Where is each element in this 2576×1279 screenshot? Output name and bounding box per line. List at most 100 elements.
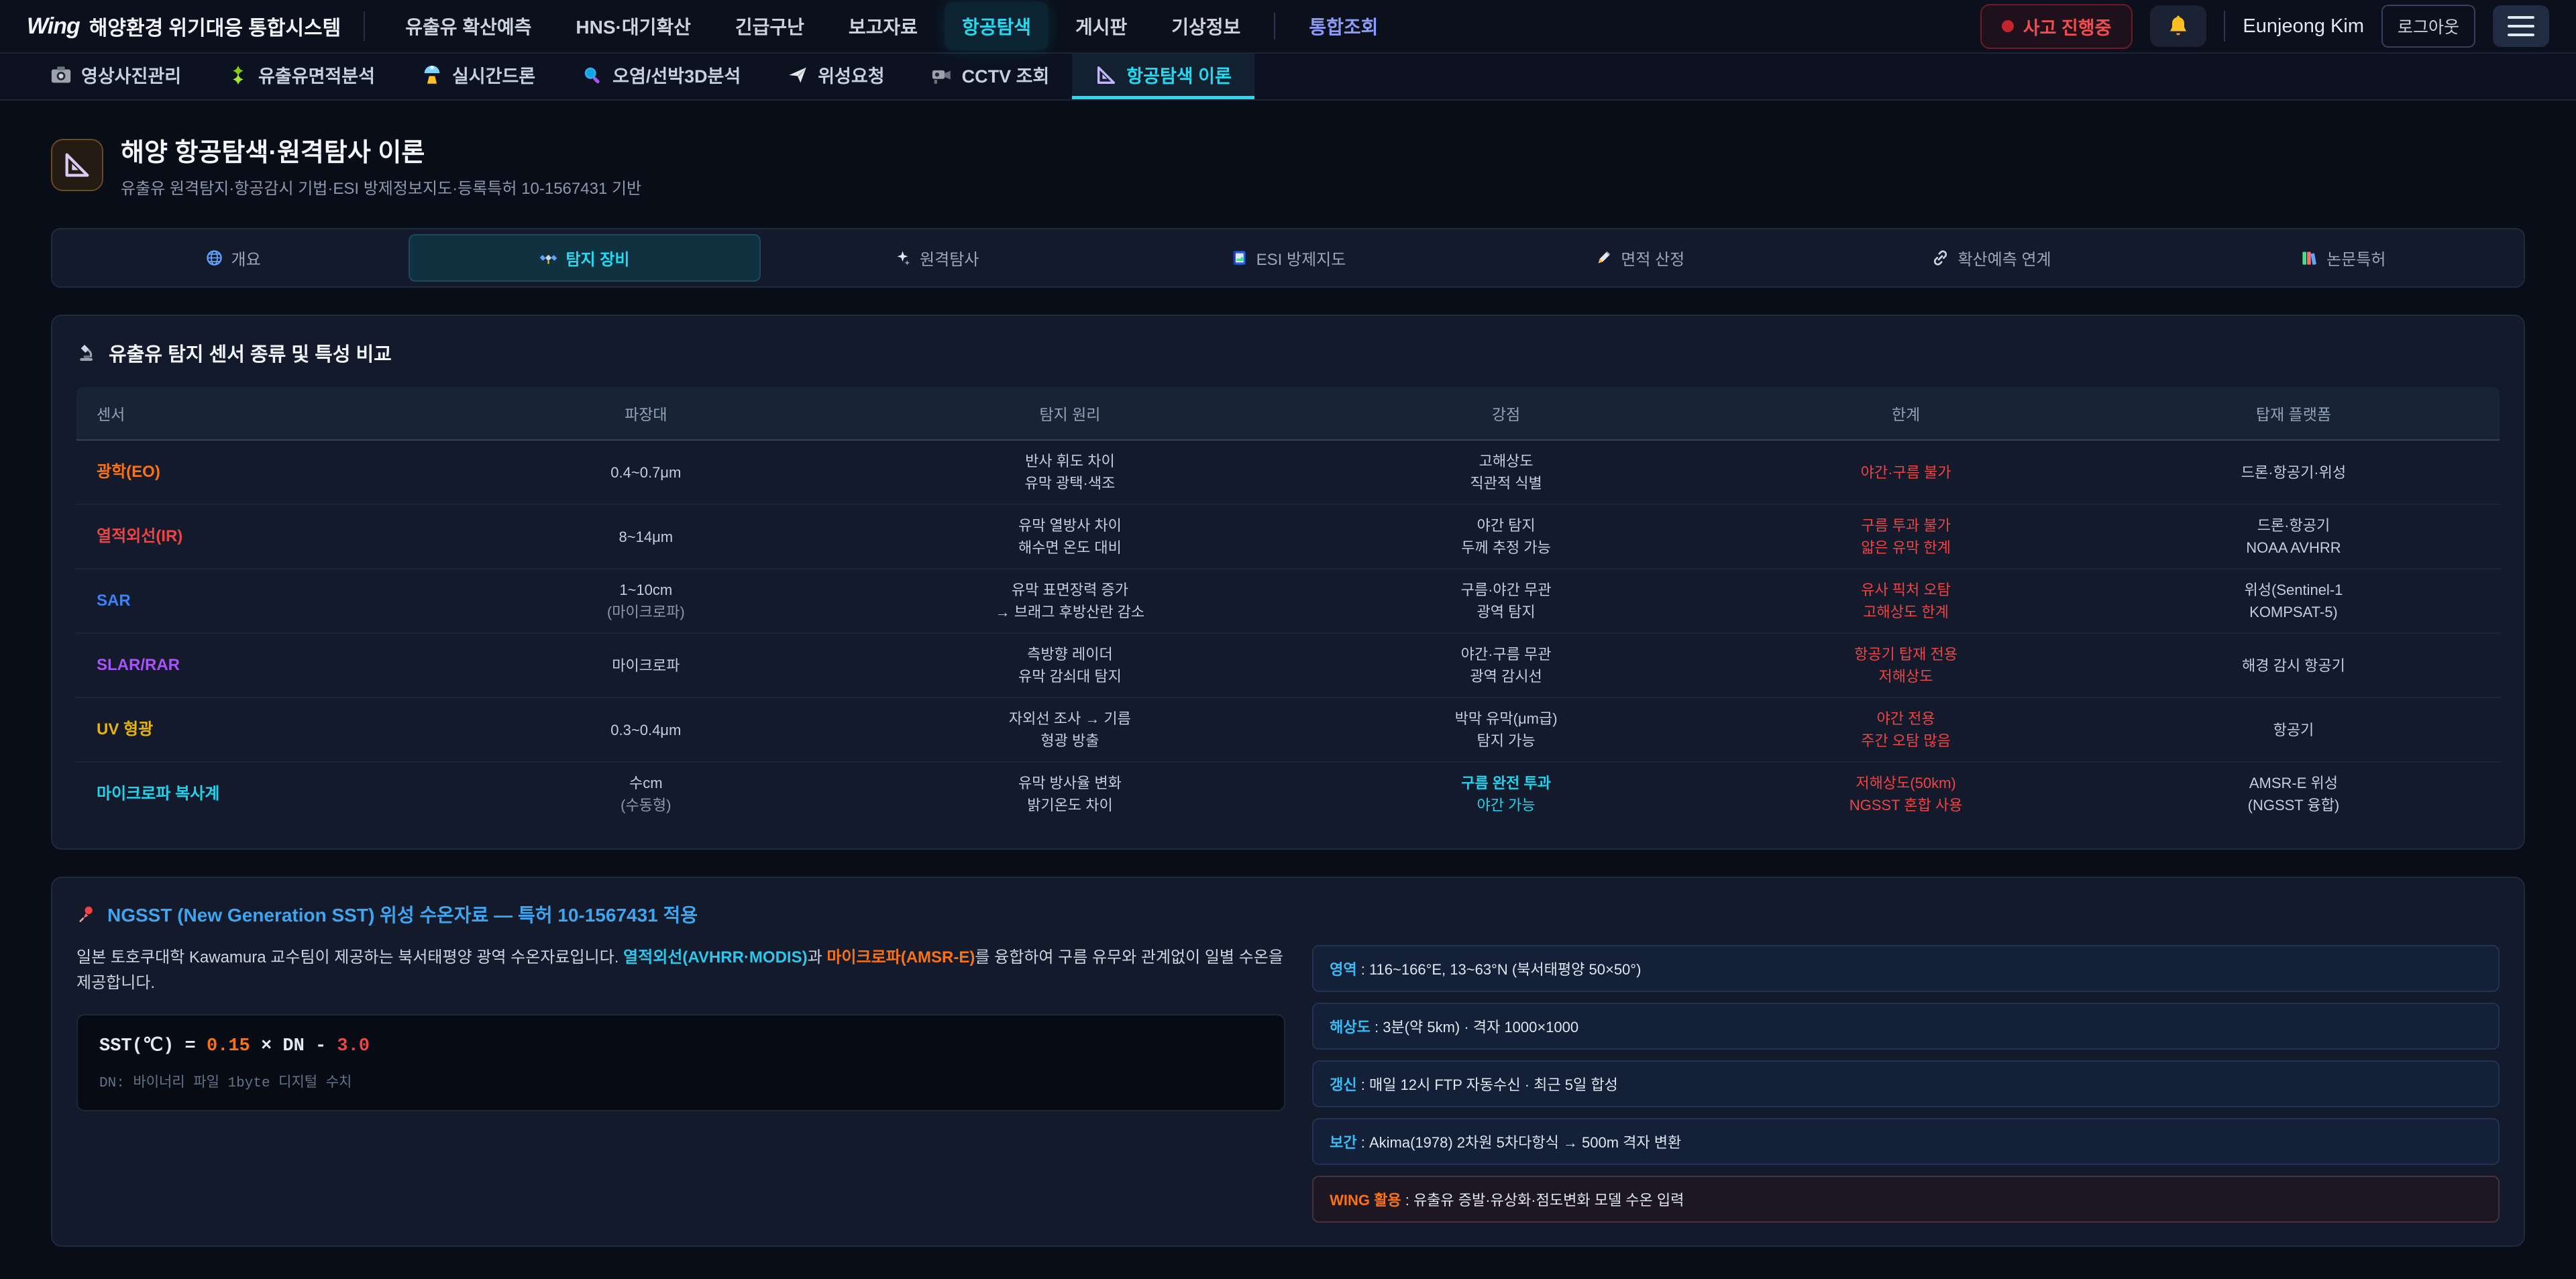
tab-2[interactable]: 탐지 장비 [409, 234, 760, 282]
sparkle-icon [227, 64, 250, 87]
formula-part: SST(℃) = [99, 1036, 207, 1056]
tab-6[interactable]: 확산예측 연계 [1815, 234, 2167, 282]
page-title: 해양 항공탐색·원격탐사 이론 [121, 131, 641, 168]
column-header-6: 탑재 플랫폼 [2088, 387, 2500, 439]
table-row: SAR1~10cm(마이크로파)유막 표면장력 증가→ 브래그 후방산란 감소구… [76, 569, 2500, 634]
tab-7[interactable]: 논문특허 [2167, 234, 2519, 282]
main-menu-item-6[interactable]: 게시판 [1058, 2, 1144, 50]
microscope-icon [76, 342, 98, 364]
magnifier-icon [581, 64, 604, 87]
incident-label: 사고 진행중 [2023, 13, 2112, 40]
sst-formula-note: DN: 바이너리 파일 1byte 디지털 수치 [99, 1071, 1263, 1091]
ngsst-title-row: NGSST (New Generation SST) 위성 수온자료 — 특허 … [76, 901, 2500, 928]
tab-3[interactable]: 원격탐사 [761, 234, 1112, 282]
sub-nav-label: 오염/선박3D분석 [612, 62, 741, 88]
wavelength-cell: 0.4~0.7μm [440, 452, 852, 493]
main-menu-item-2[interactable]: HNS·대기확산 [558, 2, 708, 50]
sparkles-icon [894, 249, 912, 267]
pushpin-icon [76, 904, 97, 924]
spec-label: 보간 [1330, 1134, 1356, 1151]
sensor-name: 열적외선(IR) [76, 515, 440, 558]
principle-cell: 자외선 조사 → 기름형광 방출 [852, 698, 1288, 761]
column-header-2: 파장대 [440, 387, 852, 439]
app-logo: Wing [27, 13, 80, 40]
sub-nav-item-7[interactable]: 항공탐색 이론 [1072, 54, 1254, 99]
main-menu-item-3[interactable]: 긴급구난 [718, 2, 822, 50]
sub-nav-item-3[interactable]: 실시간드론 [398, 54, 558, 99]
limits-cell: 저해상도(50km)NGSST 혼합 사용 [1724, 763, 2088, 826]
spec-value: : 유출유 증발·유상화·점도변화 모델 수온 입력 [1401, 1192, 1684, 1209]
sub-nav-label: CCTV 조회 [962, 62, 1050, 88]
column-header-3: 탐지 원리 [852, 387, 1288, 439]
divider [1274, 13, 1275, 40]
theory-tab-bar: 개요탐지 장비 원격탐사 ESI 방제지도 면적 산정확산예측 연계 논문특허 [51, 228, 2525, 288]
main-menu-item-8[interactable]: 통합조회 [1291, 2, 1395, 50]
ngsst-left-column: 일본 토호쿠대학 Kawamura 교수팀이 제공하는 북서태평양 광역 수온자… [76, 945, 1285, 1223]
strengths-cell: 야간 탐지두께 추정 가능 [1288, 505, 1724, 568]
spec-value: : Akima(1978) 2차원 5차다항식 → 500m 격자 변환 [1357, 1134, 1682, 1151]
ngsst-card: NGSST (New Generation SST) 위성 수온자료 — 특허 … [51, 877, 2525, 1247]
column-header-1: 센서 [76, 387, 440, 439]
main-menu-item-5[interactable]: 항공탐색 [945, 2, 1049, 50]
ngsst-description: 일본 토호쿠대학 Kawamura 교수팀이 제공하는 북서태평양 광역 수온자… [76, 945, 1285, 997]
principle-cell: 반사 휘도 차이유막 광택·색조 [852, 441, 1288, 504]
spec-value: : 매일 12시 FTP 자동수신 · 최근 5일 합성 [1357, 1076, 1618, 1093]
tab-1[interactable]: 개요 [57, 234, 409, 282]
platforms-cell: 드론·항공기·위성 [2088, 452, 2500, 493]
sub-nav-item-2[interactable]: 유출유면적분석 [204, 54, 398, 99]
user-name: Eunjeong Kim [2243, 15, 2364, 38]
formula-part: 3.0 [337, 1036, 370, 1056]
tab-label: 논문특허 [2326, 246, 2385, 270]
table-row: 광학(EO)0.4~0.7μm반사 휘도 차이유막 광택·색조고해상도직관적 식… [76, 441, 2500, 505]
limits-cell: 유사 픽처 오탐고해상도 한계 [1724, 569, 2088, 632]
description-text: 일본 토호쿠대학 Kawamura 교수팀이 제공하는 북서태평양 광역 수온자… [76, 948, 623, 966]
sub-nav: 영상사진관리유출유면적분석실시간드론 오염/선박3D분석 위성요청 CCTV 조회 항공… [0, 54, 2576, 101]
hamburger-menu-button[interactable] [2493, 5, 2549, 47]
page-subtitle: 유출유 원격탐지·항공감시 기법·ESI 방제정보지도·등록특허 10-1567… [121, 175, 641, 199]
sub-nav-item-1[interactable]: 영상사진관리 [27, 54, 204, 99]
platforms-cell: 드론·항공기NOAA AVHRR [2088, 505, 2500, 568]
strengths-cell: 구름·야간 무관광역 탐지 [1288, 569, 1724, 632]
satellite-icon [539, 249, 557, 267]
limits-cell: 구름 투과 불가얇은 유막 한계 [1724, 505, 2088, 568]
notifications-button[interactable] [2150, 5, 2206, 47]
sensor-name: 마이크로파 복사계 [76, 773, 440, 816]
sub-nav-item-5[interactable]: 위성요청 [763, 54, 907, 99]
tab-4[interactable]: ESI 방제지도 [1112, 234, 1464, 282]
tab-label: ESI 방제지도 [1256, 246, 1346, 270]
sensor-name: 광학(EO) [76, 451, 440, 494]
sensor-comparison-card: 유출유 탐지 센서 종류 및 특성 비교 센서파장대탐지 원리강점한계탑재 플랫… [51, 315, 2525, 850]
principle-cell: 유막 열방사 차이해수면 온도 대비 [852, 505, 1288, 568]
incident-dot-icon [2002, 20, 2014, 32]
principle-cell: 유막 방사율 변화밝기온도 차이 [852, 763, 1288, 826]
sub-nav-label: 항공탐색 이론 [1126, 62, 1232, 88]
table-row: SLAR/RAR마이크로파측방향 레이더유막 감쇠대 탐지야간·구름 무관광역 … [76, 634, 2500, 698]
principle-cell: 측방향 레이더유막 감쇠대 탐지 [852, 634, 1288, 697]
main-menu-item-4[interactable]: 보고자료 [831, 2, 935, 50]
top-nav-right: 사고 진행중 Eunjeong Kim 로그아웃 [1980, 4, 2549, 49]
table-row: 열적외선(IR)8~14μm유막 열방사 차이해수면 온도 대비야간 탐지두께 … [76, 505, 2500, 569]
link-icon [1931, 249, 1949, 267]
limits-cell: 야간·구름 불가 [1724, 452, 2088, 493]
sensor-table-title: 유출유 탐지 센서 종류 및 특성 비교 [109, 339, 392, 367]
spec-label: 갱신 [1330, 1076, 1356, 1093]
main-menu-item-7[interactable]: 기상정보 [1154, 2, 1258, 50]
sub-nav-item-4[interactable]: 오염/선박3D분석 [558, 54, 763, 99]
sub-nav-item-6[interactable]: CCTV 조회 [908, 54, 1073, 99]
main-menu-item-1[interactable]: 유출유 확산예측 [388, 2, 549, 50]
bell-icon [2166, 14, 2190, 38]
sensor-name: UV 형광 [76, 708, 440, 751]
ngsst-spec-list: 영역 : 116~166°E, 13~63°N (북서태평양 50×50°)해상… [1312, 945, 2500, 1223]
wavelength-cell: 마이크로파 [440, 645, 852, 686]
tab-label: 원격탐사 [920, 246, 979, 270]
column-header-4: 강점 [1288, 387, 1724, 439]
strengths-cell: 야간·구름 무관광역 감시선 [1288, 634, 1724, 697]
table-row: UV 형광0.3~0.4μm자외선 조사 → 기름형광 방출박막 유막(μm급)… [76, 698, 2500, 763]
spec-item-1: 영역 : 116~166°E, 13~63°N (북서태평양 50×50°) [1312, 945, 2500, 992]
logout-button[interactable]: 로그아웃 [2381, 5, 2475, 48]
top-nav: Wing 해양환경 위기대응 통합시스템 유출유 확산예측HNS·대기확산긴급구… [0, 0, 2576, 54]
wavelength-cell: 8~14μm [440, 516, 852, 557]
main-menu: 유출유 확산예측HNS·대기확산긴급구난보고자료항공탐색게시판기상정보 통합조회 [388, 2, 1395, 50]
sensor-name: SLAR/RAR [76, 644, 440, 687]
tab-5[interactable]: 면적 산정 [1464, 234, 1815, 282]
